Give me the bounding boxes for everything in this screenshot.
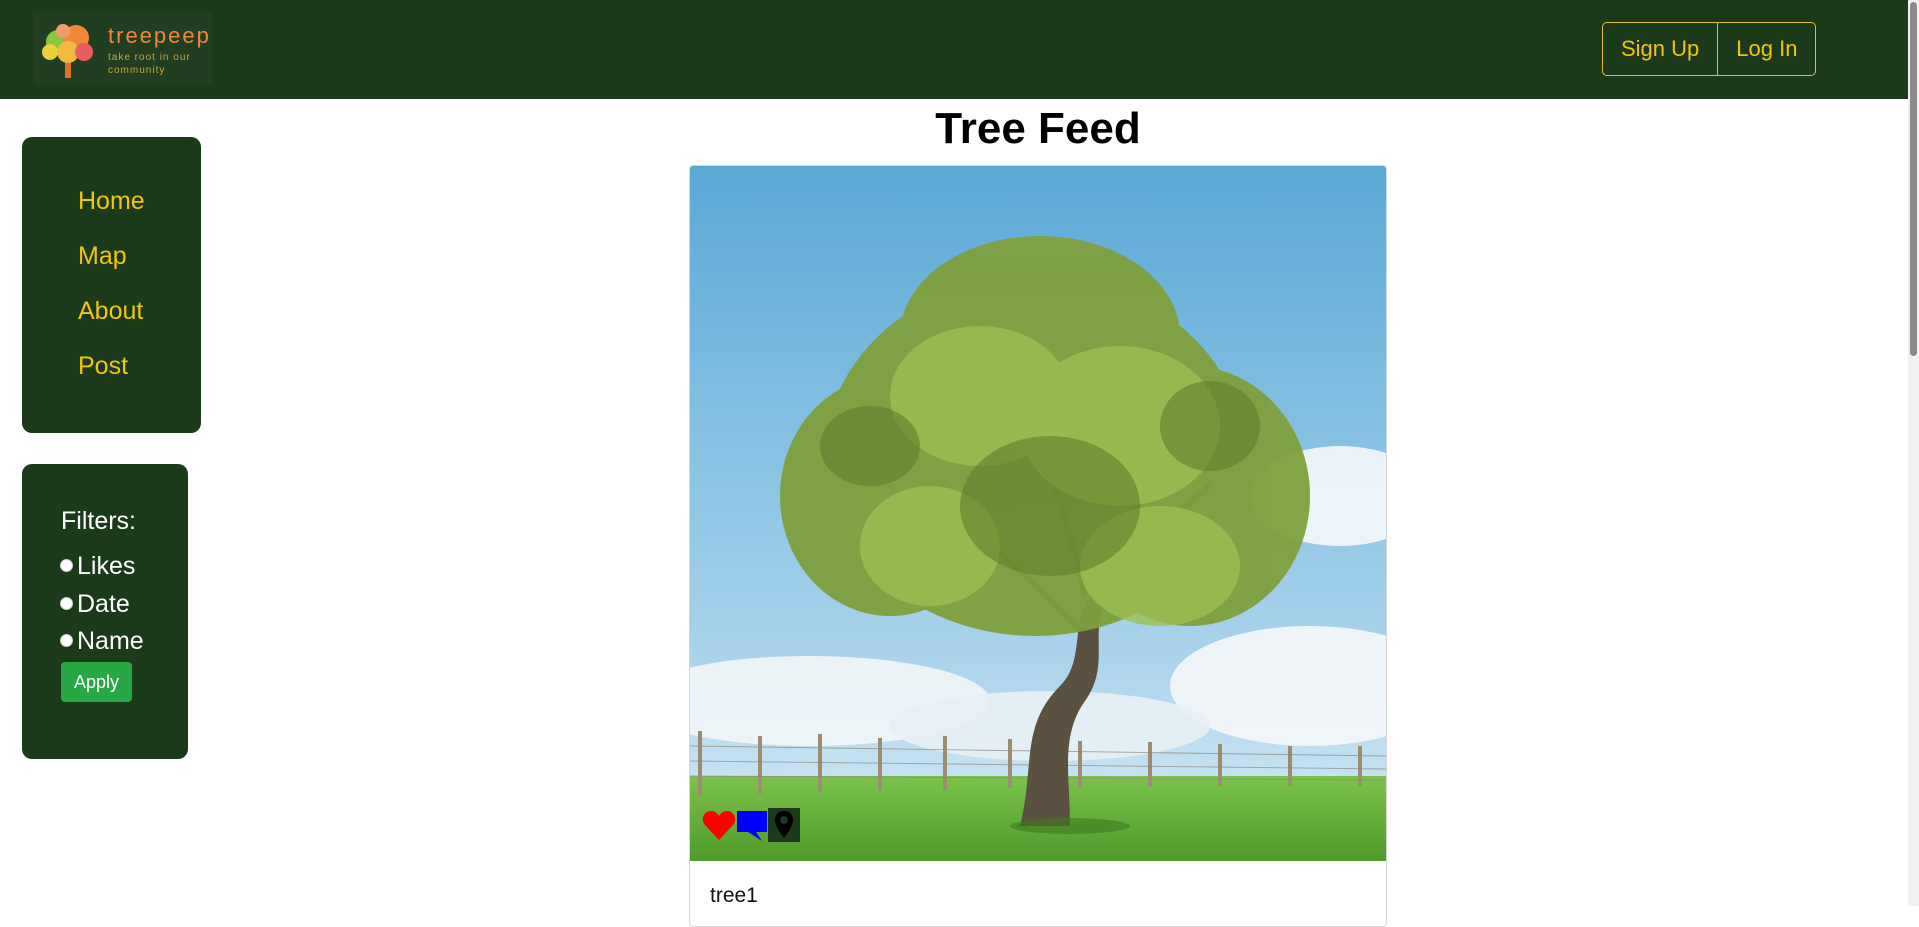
sign-up-button[interactable]: Sign Up bbox=[1603, 23, 1717, 75]
scrollbar-thumb[interactable] bbox=[1910, 2, 1917, 356]
logo[interactable]: treepeep take root in our community bbox=[34, 13, 212, 85]
filter-label: Date bbox=[77, 590, 130, 618]
filter-title: Filters: bbox=[61, 507, 136, 535]
filter-option-name[interactable]: Name bbox=[60, 627, 144, 656]
sidebar-item-home[interactable]: Home bbox=[78, 187, 145, 216]
post-title: tree1 bbox=[710, 884, 758, 907]
page-scrollbar[interactable] bbox=[1908, 0, 1919, 906]
apply-button[interactable]: Apply bbox=[61, 662, 132, 702]
filter-panel: Filters: Likes Date Name Apply bbox=[22, 464, 188, 759]
top-navbar: treepeep take root in our community Sign… bbox=[0, 0, 1908, 99]
auth-button-group: Sign Up Log In bbox=[1602, 22, 1817, 76]
filter-label: Name bbox=[77, 627, 144, 655]
tree-logo-icon bbox=[42, 24, 93, 78]
heart-icon[interactable] bbox=[702, 810, 736, 842]
page-title: Tree Feed bbox=[935, 104, 1141, 153]
name-radio[interactable] bbox=[60, 634, 73, 647]
sidebar-item-about[interactable]: About bbox=[78, 297, 143, 326]
sidebar-item-post[interactable]: Post bbox=[78, 352, 128, 381]
comment-icon[interactable] bbox=[736, 808, 768, 842]
logo-tagline: take root in our community bbox=[108, 52, 191, 76]
tree-photo[interactable] bbox=[690, 166, 1386, 861]
location-pin-icon[interactable] bbox=[768, 808, 800, 842]
filter-label: Likes bbox=[77, 552, 136, 580]
filter-option-likes[interactable]: Likes bbox=[60, 552, 135, 581]
logo-name: treepeep bbox=[108, 23, 211, 48]
sidebar-item-map[interactable]: Map bbox=[78, 242, 127, 271]
log-in-button[interactable]: Log In bbox=[1717, 23, 1815, 75]
post-actions bbox=[702, 808, 800, 842]
date-radio[interactable] bbox=[60, 597, 73, 610]
filter-option-date[interactable]: Date bbox=[60, 590, 130, 619]
likes-radio[interactable] bbox=[60, 559, 73, 572]
sidebar-nav: Home Map About Post bbox=[22, 137, 201, 433]
tree-post-card: tree1 bbox=[689, 165, 1387, 927]
